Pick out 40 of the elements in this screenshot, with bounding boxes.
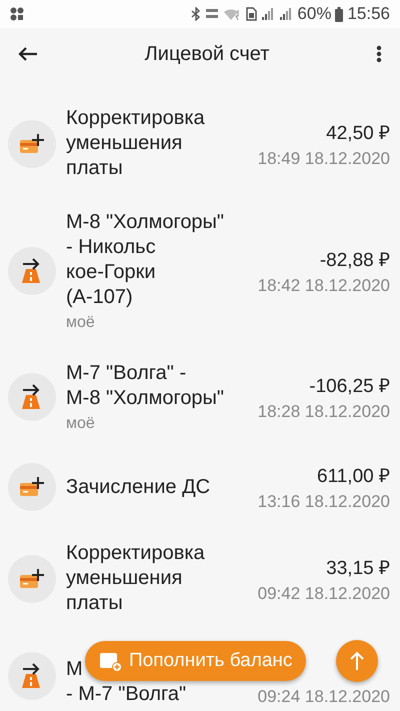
transaction-title: Корректировка уменьшения платы: [66, 541, 206, 616]
transaction-time: 18:49 18.12.2020: [258, 148, 390, 168]
transaction-title: Корректировка уменьшения платы: [66, 106, 206, 181]
transaction-amount: 611,00 ₽: [317, 465, 390, 488]
notification-icon: [10, 7, 24, 21]
transaction-amount: 42,50 ₽: [326, 122, 390, 144]
road-icon: [8, 247, 56, 295]
transaction-time: 18:42 18.12.2020: [258, 276, 390, 296]
transaction-note: моё: [66, 415, 96, 433]
transaction-title: М: [66, 657, 83, 682]
transaction-time: 09:42 18.12.2020: [258, 584, 390, 604]
transaction-amount: 33,15 ₽: [326, 556, 390, 580]
transaction-amount: -82,88 ₽: [320, 249, 390, 272]
arrow-up-icon: [349, 651, 365, 671]
card-icon: [8, 120, 56, 168]
signal-icon: [279, 7, 294, 21]
battery-percent: 60%: [297, 4, 332, 24]
clock: 15:56: [347, 4, 390, 24]
more-icon: [376, 45, 382, 63]
wifi-icon: [223, 7, 242, 21]
transaction-title: М-8 "Холмогоры" - Никольс кое-Горки (А-107): [66, 210, 226, 310]
transaction-title: - М-7 "Волга": [66, 682, 186, 707]
signal-icon: [261, 7, 276, 21]
card-icon: [8, 463, 56, 511]
transaction-time: 13:16 18.12.2020: [258, 492, 390, 512]
transaction-note: моё: [66, 314, 96, 332]
bluetooth-icon: [191, 7, 202, 21]
road-icon: [8, 373, 56, 421]
sim-icon: [245, 7, 258, 21]
transaction-amount: -106,25 ₽: [309, 375, 390, 398]
top-up-balance-button[interactable]: Пополнить баланс: [85, 641, 306, 681]
card-icon: [8, 554, 56, 602]
back-arrow-icon: [18, 46, 38, 62]
road-icon: [8, 652, 56, 700]
transaction-title: М-7 "Волга" - М-8 "Холмогоры": [66, 361, 226, 411]
transaction-time: 18:28 18.12.2020: [258, 402, 390, 422]
page-title: Лицевой счет: [144, 42, 270, 66]
transaction-title: Зачисление ДС: [66, 474, 212, 500]
battery-icon: [335, 6, 344, 22]
transaction-time: 09:24 18.12.2020: [258, 687, 390, 707]
